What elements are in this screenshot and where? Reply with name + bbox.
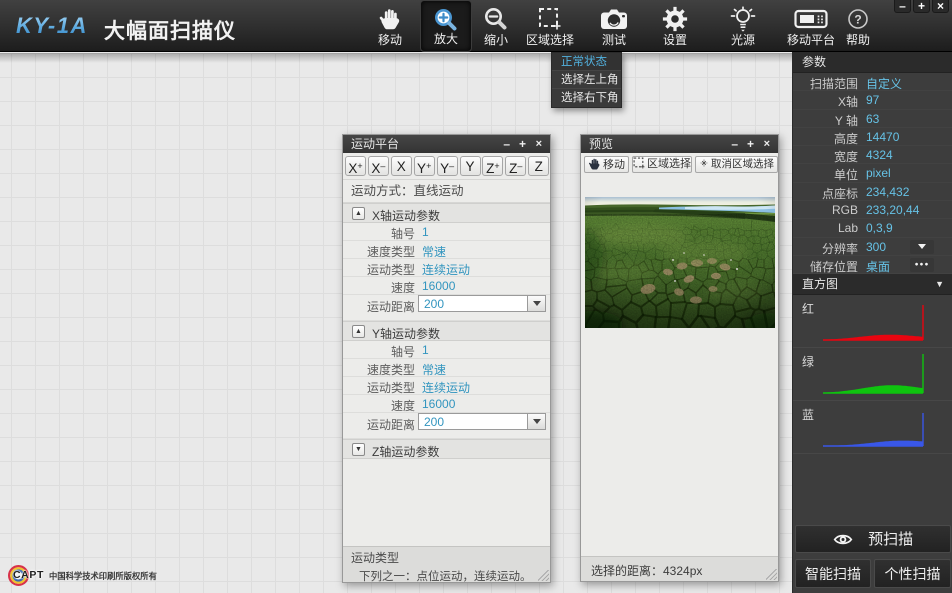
svg-text:?: ? (854, 13, 861, 27)
